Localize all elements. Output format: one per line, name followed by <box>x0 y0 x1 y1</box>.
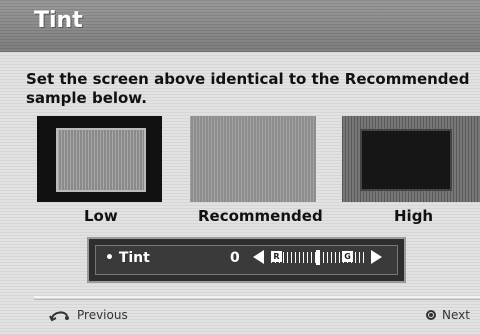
sample-low-label: Low <box>84 207 118 225</box>
ok-button-icon <box>426 310 436 320</box>
previous-button[interactable]: Previous <box>49 308 128 322</box>
page-title: Tint <box>34 8 83 33</box>
sample-low-inner <box>56 128 146 192</box>
arrow-left-icon[interactable] <box>253 250 264 264</box>
next-label: Next <box>442 308 470 322</box>
sample-low-image <box>37 116 162 202</box>
footer-divider-shadow <box>34 299 480 300</box>
previous-label: Previous <box>77 308 128 322</box>
arrow-right-icon[interactable] <box>371 250 382 264</box>
slider-g-label: G <box>342 251 353 262</box>
tint-slider[interactable]: R G <box>271 250 365 265</box>
slider-thumb[interactable] <box>316 250 320 265</box>
tint-control-bar[interactable]: • Tint 0 R G <box>87 237 406 283</box>
return-icon <box>49 311 69 322</box>
tint-setting-value: 0 <box>230 250 240 266</box>
sample-high-image <box>342 116 480 202</box>
sample-recommended-label: Recommended <box>198 207 323 225</box>
tint-setup-screen: Tint Set the screen above identical to t… <box>0 0 480 335</box>
tint-setting-name: • Tint <box>105 250 150 266</box>
next-button[interactable]: Next <box>426 308 470 322</box>
instruction-text: Set the screen above identical to the Re… <box>26 70 470 107</box>
sample-high-inner <box>360 129 452 191</box>
title-bar: Tint <box>0 0 480 52</box>
sample-recommended-image <box>190 116 316 202</box>
sample-high-label: High <box>394 207 434 225</box>
slider-r-label: R <box>271 251 282 262</box>
footer-divider <box>34 296 480 298</box>
